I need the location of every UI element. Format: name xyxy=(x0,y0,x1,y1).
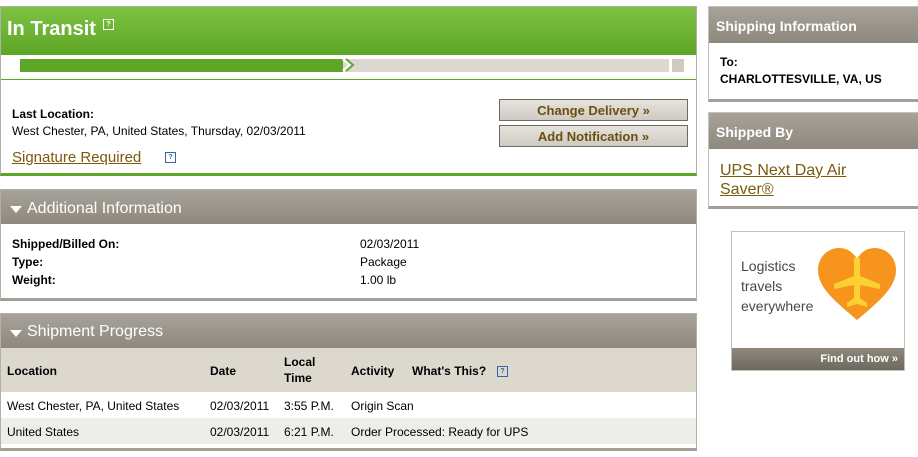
row-time: 6:21 P.M. xyxy=(284,425,334,439)
progress-chevron-icon xyxy=(342,58,355,72)
column-location: Location xyxy=(7,364,57,378)
type-value: Package xyxy=(360,255,407,269)
column-local-time-line2: Time xyxy=(284,371,312,385)
table-row: United States 02/03/2011 6:21 P.M. Order… xyxy=(1,418,696,444)
progress-destination-block xyxy=(672,59,684,72)
status-divider xyxy=(1,79,696,80)
weight-label: Weight: xyxy=(12,273,56,287)
change-delivery-button[interactable]: Change Delivery » xyxy=(499,99,688,121)
collapse-triangle-icon xyxy=(10,206,22,213)
add-notification-button[interactable]: Add Notification » xyxy=(499,125,688,147)
column-date: Date xyxy=(210,364,237,378)
shipment-progress-panel: Shipment Progress Location Date Local Ti… xyxy=(0,313,697,451)
signature-required-link[interactable]: Signature Required xyxy=(12,149,141,166)
shipment-progress-title: Shipment Progress xyxy=(27,323,164,340)
row-date: 02/03/2011 xyxy=(210,399,270,413)
row-location: West Chester, PA, United States xyxy=(7,399,180,413)
status-title: In Transit xyxy=(7,18,96,40)
whats-this-help-icon[interactable]: ? xyxy=(497,366,508,377)
to-value: CHARLOTTESVILLE, VA, US xyxy=(720,72,882,86)
additional-information-title: Additional Information xyxy=(27,200,182,217)
type-label: Type: xyxy=(12,255,44,269)
row-activity: Origin Scan xyxy=(351,399,414,413)
shipping-information-title: Shipping Information xyxy=(716,18,857,34)
shipping-information-panel: Shipping Information To: CHARLOTTESVILLE… xyxy=(708,6,918,102)
row-location: United States xyxy=(7,425,80,439)
weight-value: 1.00 lb xyxy=(360,273,397,287)
row-date: 02/03/2011 xyxy=(210,425,270,439)
shipped-billed-value: 02/03/2011 xyxy=(360,237,420,251)
table-row: West Chester, PA, United States 02/03/20… xyxy=(1,392,696,418)
progress-start-marker xyxy=(17,59,20,72)
shipped-by-panel: Shipped By UPS Next Day Air Saver® xyxy=(708,112,918,209)
shipping-information-header: Shipping Information xyxy=(709,7,918,43)
additional-information-header[interactable]: Additional Information xyxy=(1,190,696,224)
shipped-by-header: Shipped By xyxy=(709,113,918,149)
ad-footer: Find out how » xyxy=(732,348,904,370)
shipped-billed-label: Shipped/Billed On: xyxy=(12,237,120,251)
status-header: In Transit ? xyxy=(1,7,696,55)
find-out-how-link[interactable]: Find out how » xyxy=(820,353,898,365)
column-whats-this: What's This? xyxy=(412,364,487,378)
last-location-value: West Chester, PA, United States, Thursda… xyxy=(12,124,306,138)
heart-airplane-icon xyxy=(818,248,896,320)
signature-help-icon[interactable]: ? xyxy=(165,152,176,163)
progress-table-header: Location Date Local Time Activity What's… xyxy=(1,348,696,392)
last-location-label: Last Location: xyxy=(12,107,95,121)
status-help-icon[interactable]: ? xyxy=(103,19,114,30)
service-level-link[interactable]: UPS Next Day Air Saver® xyxy=(720,161,890,199)
logistics-ad[interactable]: Logistics travels everywhere Find out ho… xyxy=(731,231,905,371)
to-label: To: xyxy=(720,55,738,69)
column-activity: Activity xyxy=(351,364,395,378)
progress-fill xyxy=(17,59,343,72)
column-local-time-line1: Local xyxy=(284,355,316,369)
additional-information-panel: Additional Information Shipped/Billed On… xyxy=(0,189,697,301)
row-activity: Order Processed: Ready for UPS xyxy=(351,425,529,439)
collapse-triangle-icon xyxy=(10,330,22,337)
shipped-by-title: Shipped By xyxy=(716,124,794,140)
shipment-progress-header[interactable]: Shipment Progress xyxy=(1,314,696,348)
row-time: 3:55 P.M. xyxy=(284,399,334,413)
